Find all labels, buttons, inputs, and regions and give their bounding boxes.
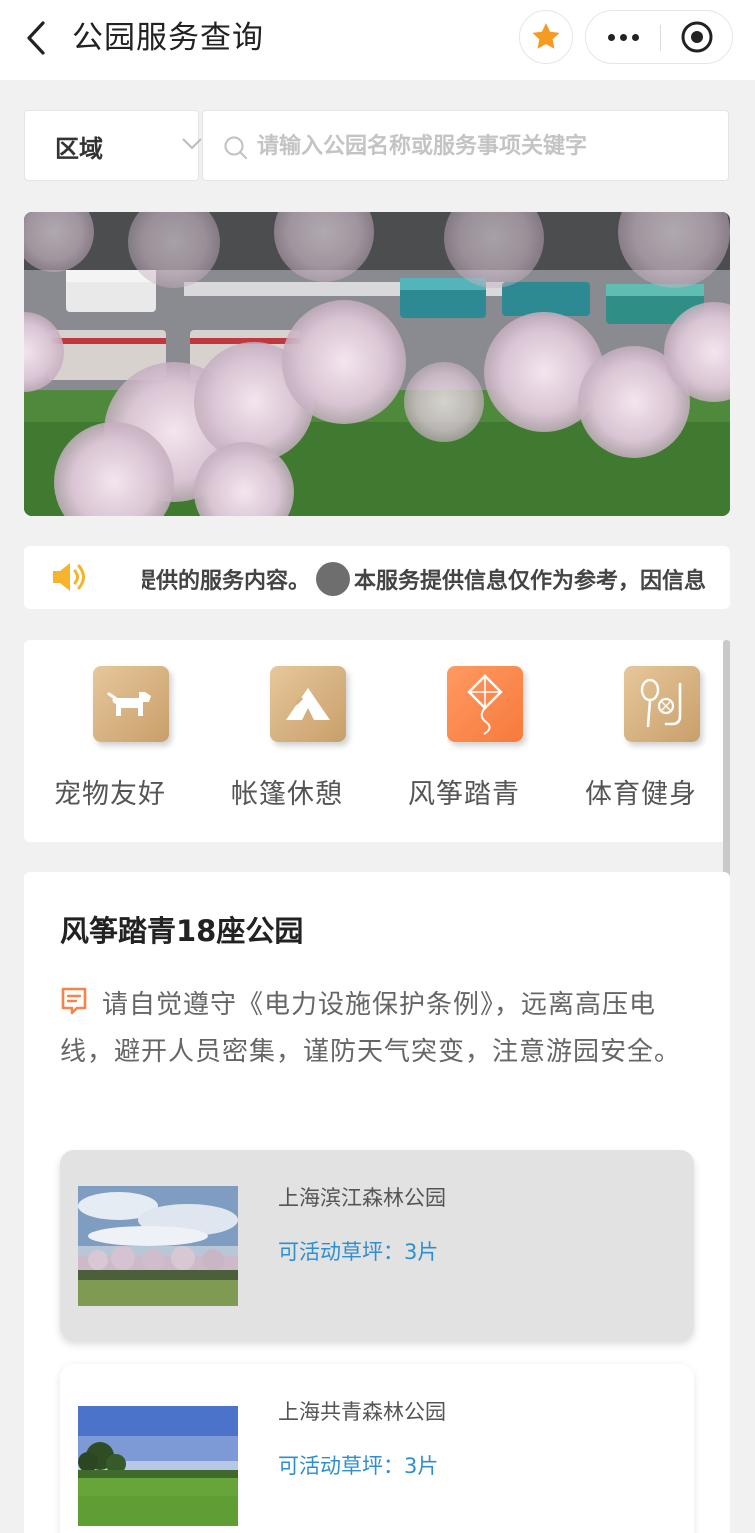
notice-text: 提供的服务内容。 本服务提供信息仅作为参考，因信息 (142, 562, 706, 596)
close-mini-program-button[interactable] (661, 11, 733, 63)
park-lawn-count: 可活动草坪：3片 (278, 1454, 439, 1478)
notice-marquee: 提供的服务内容。 本服务提供信息仅作为参考，因信息 (142, 546, 730, 609)
category-label: 宠物友好 (54, 779, 166, 810)
park-photo-gongqing (78, 1406, 238, 1526)
category-kite-outing[interactable]: 风筝踏青 (408, 666, 558, 836)
search-input[interactable] (257, 127, 717, 165)
search-icon (224, 136, 248, 160)
kite-icon (467, 674, 503, 735)
banner-photo (24, 212, 730, 516)
park-lawn-count: 可活动草坪：3片 (278, 1240, 439, 1264)
chevron-left-icon (27, 21, 45, 55)
section-title: 风筝踏青18座公园 (60, 914, 304, 948)
notice-text-before: 提供的服务内容。 (142, 569, 311, 594)
park-thumbnail (78, 1406, 238, 1526)
safety-tip: 请自觉遵守《电力设施保护条例》，远离高压电线，避开人员密集，谨防天气突变，注意游… (60, 982, 700, 1076)
safety-tip-text: 请自觉遵守《电力设施保护条例》，远离高压电线，避开人员密集，谨防天气突变，注意游… (60, 990, 682, 1067)
notice-bar[interactable]: 提供的服务内容。 本服务提供信息仅作为参考，因信息 (24, 546, 730, 609)
region-label: 区域 (55, 135, 103, 163)
park-card-gongqing[interactable]: 上海共青森林公园 可活动草坪：3片 (60, 1364, 694, 1533)
category-tile (270, 666, 346, 742)
park-card-binjiang[interactable]: 上海滨江森林公园 可活动草坪：3片 (60, 1150, 694, 1340)
category-tent-rest[interactable]: 帐篷休憩 (231, 666, 381, 836)
banner-image[interactable] (24, 212, 730, 516)
target-circle-icon (681, 21, 713, 53)
category-pet-friendly[interactable]: 宠物友好 (54, 666, 204, 836)
park-name: 上海共青森林公园 (278, 1400, 446, 1424)
more-dots-icon (607, 33, 639, 41)
sports-icon (640, 678, 682, 728)
region-dropdown[interactable]: 区域 (24, 110, 202, 181)
category-tile (447, 666, 523, 742)
kite-parks-section: 风筝踏青18座公园 请自觉遵守《电力设施保护条例》，远离高压电线，避开人员密集，… (24, 872, 730, 1533)
category-sports-fitness[interactable]: 体育健身 (585, 666, 735, 836)
park-thumbnail (78, 1186, 238, 1306)
service-categories: 宠物友好 帐篷休憩 风筝踏青 体育健身 (24, 640, 730, 842)
park-photo-binjiang (78, 1186, 238, 1306)
page-title: 公园服务查询 (72, 20, 264, 56)
favorite-button[interactable] (519, 10, 573, 64)
mini-program-capsule (585, 10, 733, 64)
category-tile (624, 666, 700, 742)
more-button[interactable] (586, 11, 660, 63)
dog-icon (107, 692, 151, 716)
notice-doc-icon (61, 987, 87, 1015)
chevron-down-icon (182, 138, 202, 150)
category-label: 风筝踏青 (408, 779, 520, 810)
park-name: 上海滨江森林公园 (278, 1186, 446, 1210)
back-button[interactable] (18, 18, 54, 58)
notice-separator-dot (316, 562, 351, 596)
notice-text-after: 本服务提供信息仅作为参考，因信息 (354, 569, 707, 594)
tent-icon (286, 688, 330, 720)
star-icon (532, 23, 560, 49)
category-tile (93, 666, 169, 742)
nav-bar: 公园服务查询 (0, 0, 755, 80)
category-label: 帐篷休憩 (231, 779, 343, 810)
speaker-icon (53, 563, 85, 591)
search-box (202, 110, 729, 181)
